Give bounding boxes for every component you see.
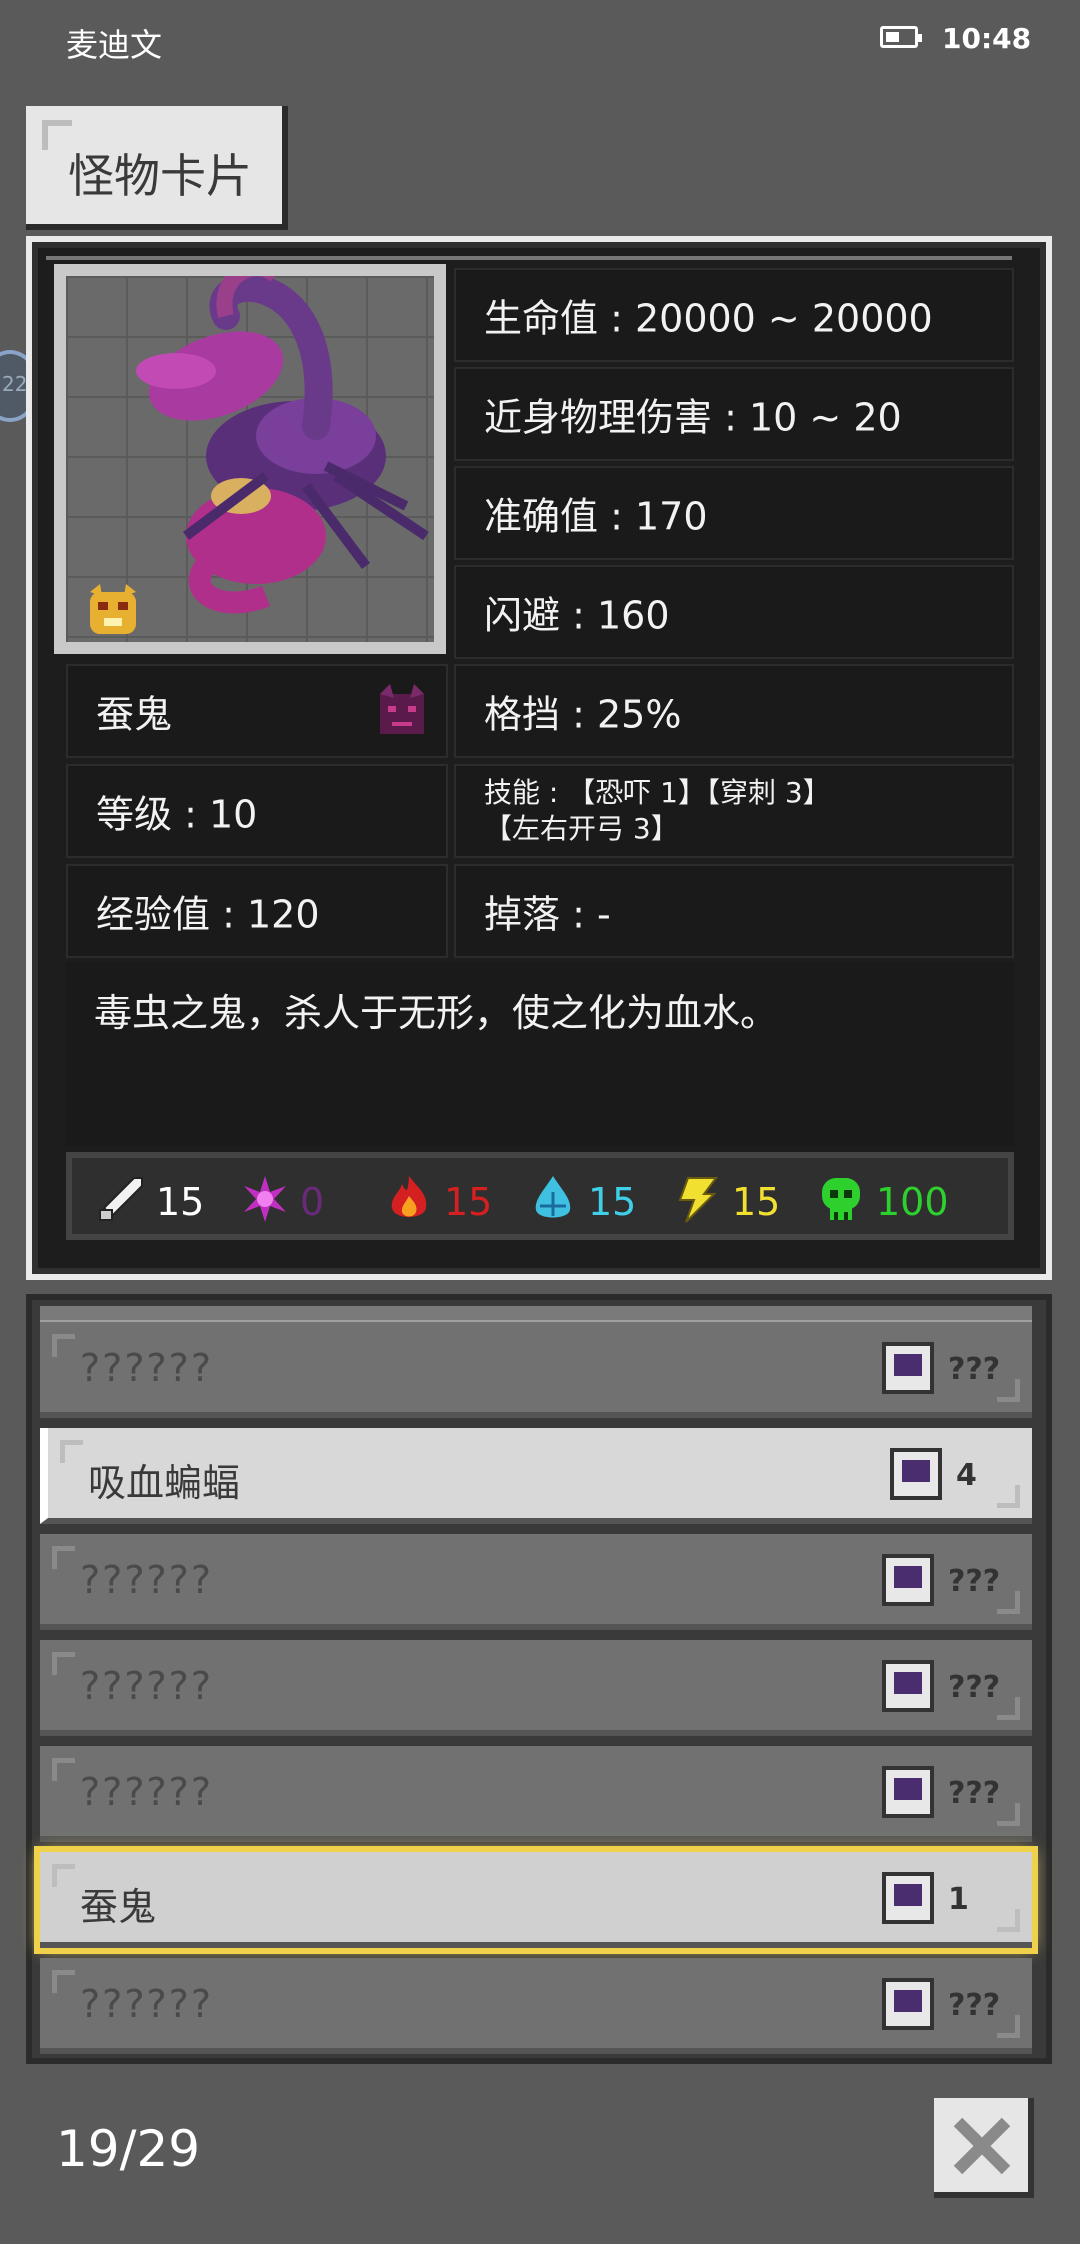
list-item[interactable]: ?????? ??? (40, 1958, 1032, 2054)
monster-card-icon (882, 1660, 934, 1712)
skills-cell: 技能 : 【恐吓 1】【穿刺 3】【左右开弓 3】 (454, 764, 1014, 858)
list-item-name: ?????? (80, 1982, 214, 2026)
level-cell: 等级 : 10 (66, 764, 448, 858)
list-item[interactable]: 吸血蝙蝠 4 (40, 1428, 1032, 1524)
exp-cell: 经验值 : 120 (66, 864, 448, 958)
page-title: 怪物卡片 (68, 149, 252, 203)
monster-card-icon (890, 1448, 942, 1500)
list-item-name: ?????? (80, 1770, 214, 1814)
card-edge (46, 256, 1012, 260)
monster-skills: 技能 : 【恐吓 1】【穿刺 3】【左右开弓 3】 (484, 776, 831, 845)
drop-cell: 掉落 : - (454, 864, 1014, 958)
list-item-name: ?????? (80, 1558, 214, 1602)
resistance-physical-value: 15 (156, 1180, 205, 1224)
monster-card-icon (882, 1554, 934, 1606)
list-item-count: ??? (948, 1988, 1001, 2023)
monster-card-icon (882, 1766, 934, 1818)
monster-card-icon (882, 1342, 934, 1394)
monster-card-icon (882, 1978, 934, 2030)
monster-card-icon (882, 1872, 934, 1924)
resistance-poison-value: 100 (876, 1180, 949, 1224)
fire-icon (391, 1176, 427, 1217)
magic-star-icon (244, 1176, 286, 1222)
close-icon (953, 2117, 1011, 2175)
close-button[interactable] (934, 2098, 1034, 2198)
list-item-count: ??? (948, 1776, 1001, 1811)
dodge-cell: 闪避 : 160 (454, 565, 1014, 659)
monster-portrait (54, 264, 446, 654)
battery-icon (880, 26, 922, 48)
list-item-name: 吸血蝙蝠 (88, 1461, 241, 1505)
list-item[interactable]: ?????? ??? (40, 1640, 1032, 1736)
sword-icon (99, 1177, 143, 1221)
list-item[interactable]: ?????? ??? (40, 1746, 1032, 1842)
monster-hp: 生命值 : 20000 ~ 20000 (484, 296, 933, 341)
monster-level: 等级 : 10 (96, 792, 258, 837)
monster-block: 格挡 : 25% (484, 692, 682, 737)
list-item-count: ??? (948, 1352, 1001, 1387)
demon-type-icon (380, 684, 424, 734)
list-item-selected[interactable]: 蚕鬼 1 (34, 1846, 1038, 1954)
resistance-bar: 15 0 15 15 15 100 (66, 1152, 1014, 1240)
list-item-count: 4 (956, 1458, 977, 1493)
status-bar: 麦迪文 10:48 (0, 0, 1080, 80)
list-item-name: ?????? (80, 1346, 214, 1390)
carrier-name: 麦迪文 (66, 26, 163, 64)
resistance-lightning-value: 15 (732, 1180, 781, 1224)
list-item-count: ??? (948, 1670, 1001, 1705)
resistance-magic-value: 0 (300, 1180, 325, 1224)
list-item-name: ?????? (80, 1664, 214, 1708)
list-item[interactable]: ?????? ??? (40, 1322, 1032, 1418)
list-top-edge (40, 1306, 1032, 1323)
water-icon (535, 1176, 571, 1218)
melee-damage-cell: 近身物理伤害 : 10 ~ 20 (454, 367, 1014, 461)
monster-accuracy: 准确值 : 170 (484, 494, 708, 539)
block-cell: 格挡 : 25% (454, 664, 1014, 758)
monster-dodge: 闪避 : 160 (484, 593, 670, 638)
resistance-water-value: 15 (588, 1180, 637, 1224)
monster-description: 毒虫之鬼，杀人于无形，使之化为血水。 (94, 991, 779, 1035)
list-item-name: 蚕鬼 (80, 1885, 157, 1929)
description-box: 毒虫之鬼，杀人于无形，使之化为血水。 (66, 962, 1014, 1146)
page-counter: 19/29 (56, 2120, 201, 2178)
monster-melee-damage: 近身物理伤害 : 10 ~ 20 (484, 395, 902, 440)
monster-drop: 掉落 : - (484, 892, 611, 937)
hp-cell: 生命值 : 20000 ~ 20000 (454, 268, 1014, 362)
monster-name: 蚕鬼 (96, 692, 173, 737)
tiger-rank-icon (90, 584, 136, 634)
title-tab: 怪物卡片 (26, 106, 288, 230)
monster-exp: 经验值 : 120 (96, 892, 320, 937)
list-item-count: ??? (948, 1564, 1001, 1599)
resistance-fire-value: 15 (444, 1180, 493, 1224)
floating-assist-label: 22 (2, 372, 28, 396)
lightning-icon (678, 1177, 718, 1223)
accuracy-cell: 准确值 : 170 (454, 466, 1014, 560)
list-item-count: 1 (948, 1882, 969, 1917)
poison-skull-icon (822, 1178, 860, 1220)
list-item[interactable]: ?????? ??? (40, 1534, 1032, 1630)
monster-name-cell: 蚕鬼 (66, 664, 448, 758)
status-time: 10:48 (942, 22, 1032, 55)
